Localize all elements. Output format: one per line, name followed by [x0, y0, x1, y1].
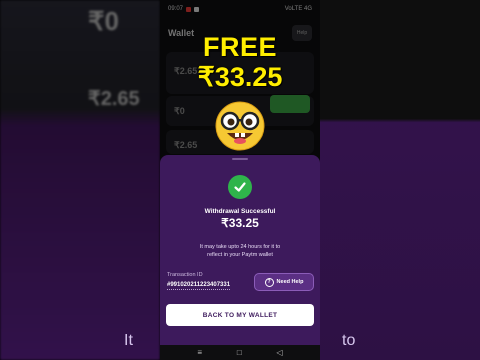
help-circle-icon: ?	[264, 277, 274, 287]
back-to-wallet-button[interactable]: BACK TO MY WALLET	[166, 304, 314, 326]
bg-caption-left: It	[124, 332, 133, 349]
withdrawal-success-sheet: Withdrawal Successful ₹33.25 It may take…	[160, 155, 320, 345]
withdrawal-info: It may take upto 24 hours for it to refl…	[180, 243, 300, 259]
transaction-id-value: #991020211223407331	[167, 282, 231, 290]
success-check-icon	[228, 175, 252, 199]
withdrawal-amount: ₹33.25	[221, 216, 259, 230]
transaction-id-label: Transaction ID	[167, 272, 203, 278]
info-line-2: reflect in your Paytm wallet	[207, 252, 273, 258]
need-help-button[interactable]: ? Need Help	[254, 273, 314, 291]
nerd-face-emoji-icon	[215, 101, 265, 151]
back-icon[interactable]: ◁	[276, 348, 282, 357]
phone-screen: 09:07 VoLTE 4G Wallet Help ₹2.65 ₹0 ₹2.6…	[160, 0, 320, 360]
info-line-1: It may take upto 24 hours for it to	[199, 244, 281, 250]
need-help-label: Need Help	[276, 279, 304, 285]
promo-headline: FREE	[202, 32, 277, 62]
bg-value-1: ₹0	[88, 6, 120, 36]
android-nav-bar: ≡ □ ◁	[160, 345, 320, 360]
bg-caption-right: to	[342, 332, 356, 349]
bg-value-2: ₹2.65	[88, 88, 140, 110]
background-left-blur: ₹0 ₹2.65	[0, 0, 160, 360]
background-right-blur	[320, 0, 480, 360]
withdrawal-title: Withdrawal Successful	[204, 208, 276, 215]
home-icon[interactable]: □	[237, 348, 242, 357]
promo-amount: ₹33.25	[197, 62, 283, 92]
sheet-grabber[interactable]	[232, 158, 248, 160]
recents-icon[interactable]: ≡	[197, 348, 202, 357]
